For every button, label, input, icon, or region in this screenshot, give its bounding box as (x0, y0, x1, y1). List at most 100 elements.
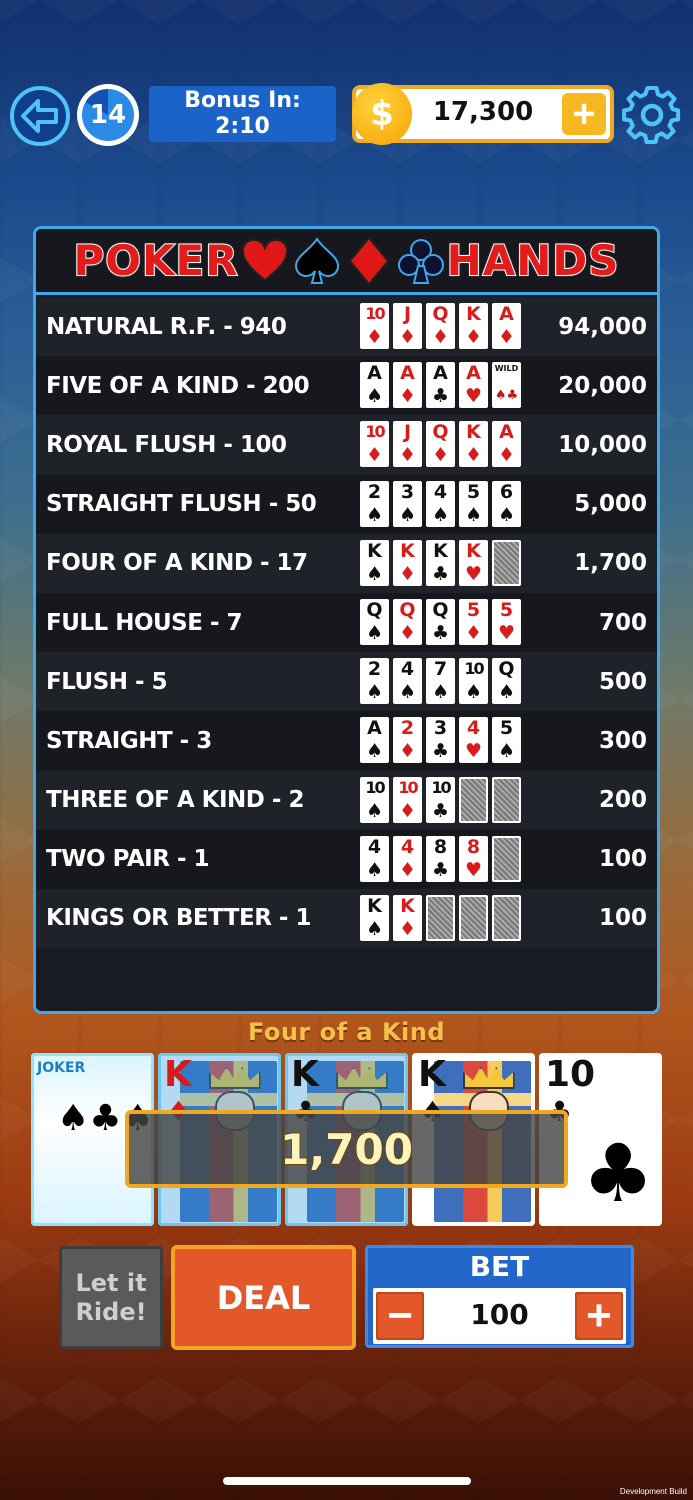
mini-card-suit: ♠ (497, 681, 516, 704)
mini-card-rank: K (466, 539, 481, 562)
example-cards: A ♠ 2 ♦ 3 ♣ 4 ♥ 5 ♠ (360, 717, 521, 764)
pay-table-row: FOUR OF A KIND - 17 K ♠ K ♦ K ♣ K ♥ 1,700 (36, 533, 657, 593)
mini-card-rank: K (433, 539, 448, 562)
pay-table-header: POKER HANDS (36, 229, 657, 295)
bet-decrease-button[interactable]: − (376, 1292, 424, 1340)
mini-card: A ♠ (360, 362, 389, 409)
back-button[interactable] (10, 86, 70, 146)
hand-rank-name: THREE OF A KIND - 2 (46, 787, 304, 814)
card-back (492, 539, 521, 586)
pay-table-rows: NATURAL R.F. - 940 10 ♦ J ♦ Q ♦ K ♦ A ♦ 94,000 FIVE … (36, 297, 657, 949)
mini-card: 5 ♥ (492, 598, 521, 645)
hand-rank-name: FULL HOUSE - 7 (46, 609, 243, 636)
card-rank: JOKER (37, 1060, 86, 1076)
mini-card-suit: ♣ (431, 858, 450, 881)
mini-card-rank: 10 (365, 422, 385, 442)
mini-card-suit: ♠ (365, 799, 384, 822)
mini-card-suit: ♥ (464, 740, 483, 763)
dev-build-label: Development Build (619, 1487, 687, 1496)
mini-card-suit: ♠ (398, 503, 417, 526)
gear-icon[interactable] (621, 84, 683, 146)
mini-card: K ♥ (459, 539, 488, 586)
card-back (459, 894, 488, 941)
mini-card-suit: ♥ (464, 858, 483, 881)
hand-rank-name: STRAIGHT - 3 (46, 727, 212, 754)
example-cards: 2 ♠ 4 ♠ 7 ♠ 10 ♠ Q ♠ (360, 658, 521, 705)
level-badge[interactable]: 14 (77, 84, 139, 146)
mini-card: 4 ♠ (360, 835, 389, 882)
payout-value: 100 (598, 905, 647, 932)
payout-value: 100 (598, 846, 647, 873)
mini-card: WILD ♠♣ (492, 362, 521, 409)
pay-table-row: ROYAL FLUSH - 100 10 ♦ J ♦ Q ♦ K ♦ A ♦ 10,000 (36, 415, 657, 475)
mini-card: 2 ♠ (360, 658, 389, 705)
example-cards: 10 ♠ 10 ♦ 10 ♣ (360, 776, 521, 823)
mini-card: Q ♣ (426, 598, 455, 645)
mini-card-suit: ♠ (398, 681, 417, 704)
mini-card: 10 ♠ (459, 658, 488, 705)
mini-card-suit: ♠ (365, 562, 384, 585)
mini-card-suit: ♦ (464, 444, 483, 467)
mini-card-suit: ♦ (398, 740, 417, 763)
mini-card-suit: ♣ (431, 562, 450, 585)
mini-card: 3 ♣ (426, 717, 455, 764)
mini-card: 2 ♠ (360, 480, 389, 527)
hand-rank-name: ROYAL FLUSH - 100 (46, 431, 287, 458)
pay-table-row: TWO PAIR - 1 4 ♠ 4 ♦ 8 ♣ 8 ♥ 100 (36, 829, 657, 889)
coin-amount: 17,300 (432, 97, 534, 127)
bet-value: 100 (470, 1298, 529, 1331)
mini-card: 8 ♥ (459, 835, 488, 882)
mini-card: K ♦ (393, 539, 422, 586)
card-back (492, 835, 521, 882)
mini-card-rank: 4 (400, 835, 415, 858)
mini-card-suit: ♦ (431, 326, 450, 348)
mini-card: K ♣ (426, 539, 455, 586)
payout-value: 20,000 (558, 372, 647, 399)
let-it-ride-button[interactable]: Let it Ride! (59, 1246, 163, 1349)
mini-card-rank: 10 (398, 777, 418, 797)
mini-card: A ♠ (360, 717, 389, 764)
mini-card-rank: 10 (365, 304, 385, 323)
mini-card-rank: Q (432, 598, 449, 621)
mini-card-rank: Q (498, 658, 515, 681)
pay-table-row: NATURAL R.F. - 940 10 ♦ J ♦ Q ♦ K ♦ A ♦ 94,000 (36, 297, 657, 357)
mini-card-rank: Q (432, 303, 449, 325)
bonus-timer[interactable]: Bonus In: 2:10 (149, 86, 336, 142)
mini-card-suit: ♦ (398, 917, 417, 940)
mini-card-rank: 4 (433, 480, 448, 503)
mini-card: K ♦ (459, 421, 488, 468)
hand-rank-name: FIVE OF A KIND - 200 (46, 372, 310, 399)
club-icon: ♣ (582, 1127, 654, 1220)
hand-result-name: Four of a Kind (247, 1018, 446, 1046)
card-rank: K (164, 1054, 192, 1095)
payout-value: 200 (598, 787, 647, 814)
buy-coins-button[interactable]: + (562, 93, 606, 135)
coin-balance: $ 17,300 + (352, 83, 614, 145)
mini-card-suit: ♠ (365, 740, 384, 763)
mini-card-rank: K (400, 894, 415, 917)
dollar-coin-icon: $ (352, 83, 412, 145)
mini-card-suit: ♣ (431, 385, 450, 408)
mini-card-suit: ♦ (398, 799, 417, 822)
pay-table-row: FULL HOUSE - 7 Q ♠ Q ♦ Q ♣ 5 ♦ 5 ♥ 700 (36, 592, 657, 653)
mini-card-rank: 3 (400, 480, 415, 503)
home-indicator[interactable] (223, 1477, 471, 1485)
mini-card: K ♦ (393, 894, 422, 941)
deal-button[interactable]: DEAL (171, 1245, 356, 1350)
mini-card-suit: ♠ (365, 681, 384, 704)
mini-card-rank: 4 (400, 658, 415, 681)
bet-increase-button[interactable]: + (575, 1292, 623, 1340)
card-suit: ♠♣♠♦ (57, 1098, 154, 1139)
hand-rank-name: TWO PAIR - 1 (46, 846, 210, 873)
mini-card-rank: 2 (367, 658, 382, 681)
mini-card: 4 ♠ (426, 480, 455, 527)
club-icon (397, 238, 444, 284)
mini-card-rank: 4 (367, 835, 382, 858)
mini-card: K ♦ (459, 303, 488, 349)
mini-card: 5 ♦ (459, 598, 488, 645)
mini-card-rank: 7 (433, 658, 448, 681)
mini-card: K ♠ (360, 894, 389, 941)
mini-card: J ♦ (393, 421, 422, 468)
payout-value: 500 (598, 668, 647, 695)
arrow-left-icon (21, 99, 58, 133)
